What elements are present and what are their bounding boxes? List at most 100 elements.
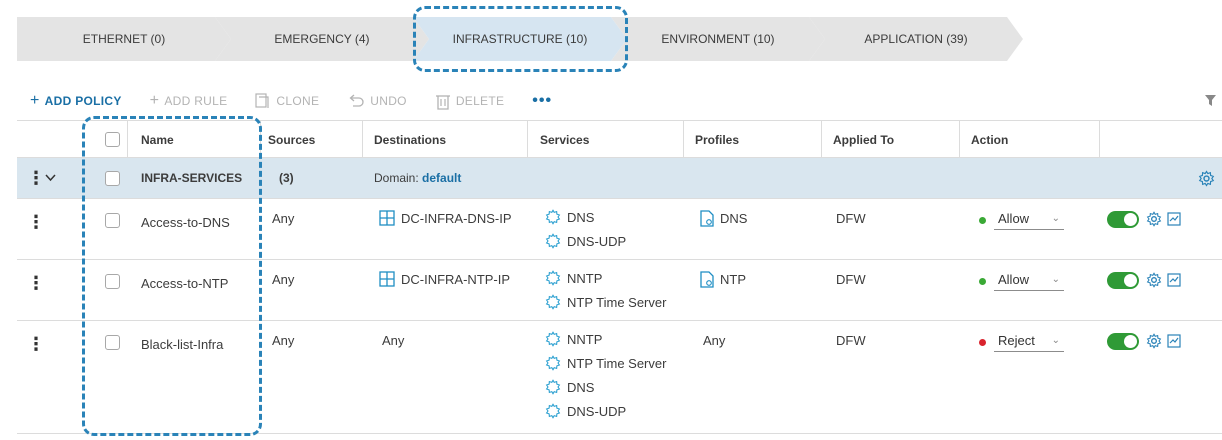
chevron-down-icon[interactable]: [45, 174, 56, 182]
column-header-destinations[interactable]: Destinations: [374, 133, 446, 147]
table-row[interactable]: ⋮ Black-list-Infra Any Any NNTP NTP Time…: [17, 321, 1222, 434]
clone-icon: [255, 93, 270, 108]
action-dropdown[interactable]: Reject ⌄: [994, 333, 1064, 352]
row-menu-icon[interactable]: ⋮: [27, 213, 45, 231]
rule-destination[interactable]: DC-INFRA-DNS-IP: [379, 210, 512, 226]
column-divider: [683, 121, 684, 157]
settings-gear-icon[interactable]: [1146, 333, 1162, 349]
service-item[interactable]: NNTP: [545, 266, 666, 290]
column-header-sources[interactable]: Sources: [268, 133, 315, 147]
row-menu-icon[interactable]: ⋮: [27, 335, 45, 353]
table-row[interactable]: ⋮ Access-to-DNS Any DC-INFRA-DNS-IP DNS …: [17, 199, 1222, 260]
category-label: APPLICATION (39): [864, 32, 968, 46]
chevron-down-icon: ⌄: [1051, 213, 1060, 224]
category-tab-emergency[interactable]: EMERGENCY (4): [215, 17, 429, 61]
rules-table: Name Sources Destinations Services Profi…: [17, 120, 1222, 434]
rule-sources: Any: [272, 211, 295, 226]
column-divider: [821, 121, 822, 157]
undo-button[interactable]: UNDO: [347, 94, 407, 108]
action-dropdown[interactable]: Allow ⌄: [994, 272, 1064, 291]
add-rule-button[interactable]: + ADD RULE: [150, 92, 228, 110]
service-item[interactable]: NTP Time Server: [545, 351, 666, 375]
ip-group-icon: [379, 210, 395, 226]
service-item[interactable]: NNTP: [545, 327, 666, 351]
destination-label: DC-INFRA-DNS-IP: [401, 210, 512, 226]
service-icon: [545, 355, 561, 371]
profile-label: DNS: [720, 211, 748, 226]
settings-gear-icon[interactable]: [1146, 272, 1162, 288]
column-header-profiles[interactable]: Profiles: [695, 133, 739, 147]
more-actions-button[interactable]: •••: [532, 92, 552, 110]
rule-destination[interactable]: DC-INFRA-NTP-IP: [379, 271, 510, 287]
rule-action-select[interactable]: Allow ⌄: [979, 272, 1064, 291]
rule-sources: Any: [272, 333, 295, 348]
row-menu-icon[interactable]: ⋮: [27, 274, 45, 292]
delete-button[interactable]: DELETE: [435, 93, 504, 110]
service-label: DNS-UDP: [567, 403, 627, 419]
policy-toolbar: + ADD POLICY + ADD RULE CLONE UNDO DELETE …: [30, 92, 580, 110]
service-label: DNS: [567, 379, 595, 395]
service-item[interactable]: DNS: [545, 375, 666, 399]
clone-label: CLONE: [276, 94, 320, 108]
rule-action-select[interactable]: Allow ⌄: [979, 211, 1064, 230]
service-item[interactable]: NTP Time Server: [545, 290, 666, 314]
add-policy-label: ADD POLICY: [44, 94, 122, 108]
rule-profile[interactable]: DNS: [700, 210, 747, 227]
select-all-checkbox[interactable]: [105, 132, 120, 147]
rule-action-select[interactable]: Reject ⌄: [979, 333, 1064, 352]
service-icon: [545, 379, 561, 395]
row-checkbox[interactable]: [105, 213, 120, 228]
column-header-name[interactable]: Name: [141, 133, 174, 147]
service-item[interactable]: DNS-UDP: [545, 229, 626, 253]
column-divider: [362, 121, 363, 157]
column-header-action[interactable]: Action: [971, 133, 1008, 147]
service-item[interactable]: DNS-UDP: [545, 399, 666, 423]
policy-domain: Domain: default: [374, 171, 461, 185]
category-tab-ethernet[interactable]: ETHERNET (0): [17, 17, 231, 61]
rule-enabled-toggle[interactable]: [1107, 272, 1139, 289]
stats-chart-icon[interactable]: [1167, 212, 1181, 226]
domain-link[interactable]: default: [422, 171, 461, 185]
row-menu-icon[interactable]: ⋮: [27, 169, 45, 187]
table-row[interactable]: ⋮ Access-to-NTP Any DC-INFRA-NTP-IP NNTP…: [17, 260, 1222, 321]
column-header-services[interactable]: Services: [540, 133, 589, 147]
service-item[interactable]: DNS: [545, 205, 626, 229]
service-label: DNS: [567, 209, 595, 225]
add-policy-button[interactable]: + ADD POLICY: [30, 92, 122, 110]
category-tab-infrastructure[interactable]: INFRASTRUCTURE (10): [413, 17, 627, 61]
rule-services: DNS DNS-UDP: [545, 205, 626, 253]
policy-row[interactable]: ⋮ INFRA-SERVICES (3) Domain: default: [17, 158, 1222, 199]
profile-icon: [700, 210, 714, 227]
profile-label: NTP: [720, 272, 746, 287]
category-tab-application[interactable]: APPLICATION (39): [809, 17, 1023, 61]
category-tab-environment[interactable]: ENVIRONMENT (10): [611, 17, 825, 61]
service-icon: [545, 270, 561, 286]
rule-services: NNTP NTP Time Server DNS DNS-UDP: [545, 327, 666, 423]
chevron-down-icon: ⌄: [1051, 274, 1060, 285]
settings-gear-icon[interactable]: [1146, 211, 1162, 227]
policy-checkbox[interactable]: [105, 171, 120, 186]
row-checkbox[interactable]: [105, 335, 120, 350]
action-dropdown[interactable]: Allow ⌄: [994, 211, 1064, 230]
rule-enabled-toggle[interactable]: [1107, 333, 1139, 350]
rule-services: NNTP NTP Time Server: [545, 266, 666, 314]
add-rule-label: ADD RULE: [164, 94, 228, 108]
stats-chart-icon[interactable]: [1167, 334, 1181, 348]
rule-profile[interactable]: NTP: [700, 271, 746, 288]
row-checkbox[interactable]: [105, 274, 120, 289]
filter-icon[interactable]: [1205, 95, 1216, 106]
service-label: NNTP: [567, 331, 603, 347]
rule-enabled-toggle[interactable]: [1107, 211, 1139, 228]
column-divider: [527, 121, 528, 157]
column-header-applied-to[interactable]: Applied To: [833, 133, 894, 147]
table-header: Name Sources Destinations Services Profi…: [17, 120, 1222, 158]
ip-group-icon: [379, 271, 395, 287]
category-label: INFRASTRUCTURE (10): [452, 32, 588, 46]
service-label: NTP Time Server: [567, 294, 667, 310]
rule-name: Access-to-NTP: [141, 276, 229, 291]
service-label: NTP Time Server: [567, 355, 667, 371]
trash-icon: [435, 94, 450, 110]
stats-chart-icon[interactable]: [1167, 273, 1181, 287]
clone-button[interactable]: CLONE: [255, 93, 319, 109]
settings-gear-icon[interactable]: [1198, 170, 1215, 187]
